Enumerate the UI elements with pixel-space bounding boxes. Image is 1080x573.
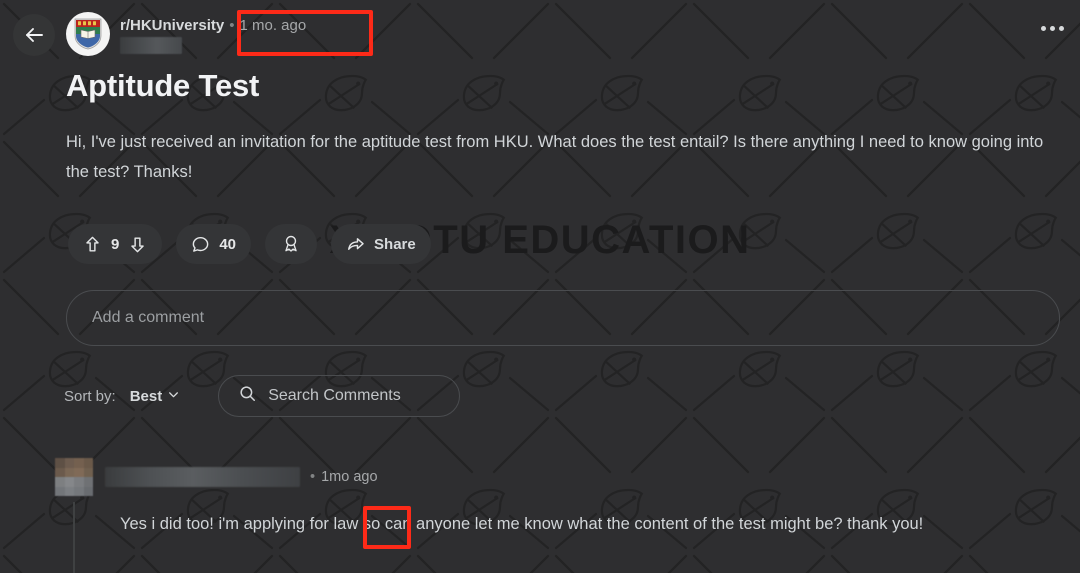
award-button[interactable]: [265, 224, 318, 264]
back-arrow-icon: [22, 23, 46, 47]
comment-sort-row: Sort by: Best Search Comments: [64, 375, 461, 417]
comment-body-text: Yes i did too! i'm applying for law so c…: [120, 515, 924, 533]
search-comments-placeholder: Search Comments: [268, 387, 401, 404]
add-comment-placeholder: Add a comment: [92, 309, 205, 326]
comment-meta-separator: •: [310, 469, 316, 485]
post-action-bar: 9 40 Share: [68, 224, 431, 264]
comments-button[interactable]: 40: [176, 224, 252, 264]
redacted-avatar[interactable]: [55, 458, 93, 496]
share-button[interactable]: Share: [331, 224, 431, 264]
share-label: Share: [374, 235, 416, 253]
comment-list: • 1mo ago Yes i did too! i'm applying fo…: [55, 458, 1065, 573]
comment-count: 40: [219, 235, 237, 253]
sort-dropdown[interactable]: Best: [130, 388, 181, 405]
thread-collapse-line[interactable]: [73, 502, 75, 573]
meta-separator: •: [229, 17, 235, 34]
list-item: • 1mo ago Yes i did too! i'm applying fo…: [55, 458, 1065, 573]
page-title: Aptitude Test: [66, 68, 260, 103]
search-comments-input[interactable]: Search Comments: [218, 375, 461, 417]
search-icon: [238, 384, 257, 408]
comment-bubble-icon: [191, 235, 210, 254]
downvote-arrow-icon[interactable]: [128, 235, 147, 254]
post-detail-screen: XIAOTU EDUCATION r/HKUniversity • 1 mo. …: [0, 0, 1080, 573]
sort-by-label: Sort by:: [64, 387, 116, 405]
comment-timestamp: 1mo ago: [321, 469, 378, 485]
more-options-icon[interactable]: [1041, 26, 1064, 31]
add-comment-input[interactable]: Add a comment: [66, 290, 1060, 346]
university-crest-avatar[interactable]: [66, 12, 110, 56]
post-body-text: Hi, I've just received an invitation for…: [66, 133, 1044, 181]
post-header: r/HKUniversity • 1 mo. ago: [66, 12, 306, 56]
upvote-arrow-icon[interactable]: [83, 235, 102, 254]
post-timestamp: 1 mo. ago: [239, 17, 307, 34]
vote-score: 9: [111, 235, 120, 253]
award-rosette-icon: [281, 234, 301, 254]
vote-pill: 9: [68, 224, 163, 264]
comment-redacted-author: [105, 467, 300, 487]
chevron-down-icon: [167, 388, 180, 405]
back-button[interactable]: [13, 14, 55, 56]
subreddit-link[interactable]: r/HKUniversity: [120, 17, 224, 34]
sort-value-label: Best: [129, 387, 163, 405]
post-meta: r/HKUniversity • 1 mo. ago: [120, 12, 306, 54]
redacted-author: [120, 37, 182, 54]
share-arrow-icon: [346, 235, 365, 254]
